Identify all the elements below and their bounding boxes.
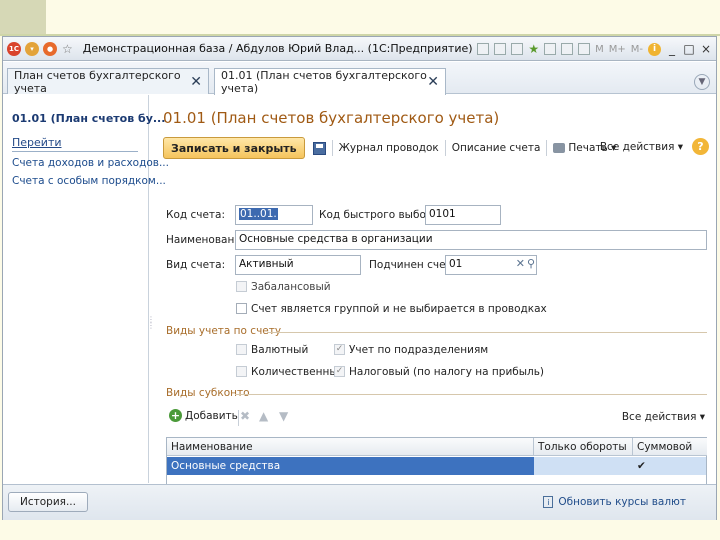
subconto-section-title: Виды субконто <box>166 387 250 399</box>
update-rates-link[interactable]: i Обновить курсы валют <box>543 496 686 508</box>
code-value: 01..01. <box>239 208 278 220</box>
tab-bar: План счетов бухгалтерского учета ✕ 01.01… <box>3 62 716 95</box>
parent-field-buttons: ✕ ⚲ <box>516 257 535 270</box>
sidebar: 01.01 (План счетов бу... Перейти Счета д… <box>3 95 169 483</box>
tab-label: План счетов бухгалтерского учета <box>14 68 181 95</box>
tax-checkbox[interactable]: ✓ <box>334 366 345 377</box>
maximize-button[interactable]: □ <box>683 42 695 56</box>
memory-minus-button[interactable]: M- <box>631 44 643 55</box>
star-icon[interactable]: ☆ <box>62 42 73 56</box>
type-field[interactable]: Активный <box>235 255 361 275</box>
column-header-turnover[interactable]: Только обороты <box>534 438 633 456</box>
code-label: Код счета: <box>166 209 226 221</box>
info-icon[interactable]: i <box>648 42 661 56</box>
favorites-icon[interactable]: ★ <box>528 42 539 56</box>
column-header-sum[interactable]: Суммовой <box>633 438 707 456</box>
toolbar-separator <box>331 140 333 156</box>
update-rates-label: Обновить курсы валют <box>558 496 686 508</box>
sidebar-divider <box>12 151 138 152</box>
title-toolbar: ★ M M+ M- i _ □ × <box>477 37 712 61</box>
add-subconto-button[interactable]: + Добавить <box>169 409 238 422</box>
calendar-icon[interactable] <box>578 43 591 55</box>
offbalance-checkbox[interactable] <box>236 281 247 292</box>
toolbar-separator <box>546 140 548 156</box>
tab-chart-of-accounts[interactable]: План счетов бухгалтерского учета ✕ <box>7 68 209 95</box>
accounting-section-title: Виды учета по счету <box>166 325 282 337</box>
history-doc-icon[interactable] <box>544 43 557 55</box>
memory-plus-button[interactable]: M+ <box>609 44 626 55</box>
calculator-icon[interactable] <box>561 43 574 55</box>
quantity-label: Количественный <box>251 366 345 378</box>
add-label: Добавить <box>185 409 238 422</box>
type-label: Вид счета: <box>166 259 226 271</box>
page-title: 01.01 (План счетов бухгалтерского учета) <box>163 109 500 127</box>
close-tab-icon[interactable]: ✕ <box>427 74 439 90</box>
sidebar-title: 01.01 (План счетов бу... <box>12 112 166 125</box>
currency-label: Валютный <box>251 344 309 356</box>
tab-label: 01.01 (План счетов бухгалтерского учета) <box>221 69 427 95</box>
subconto-all-actions-button[interactable]: Все действия ▾ <box>622 411 705 423</box>
move-down-icon[interactable]: ▼ <box>279 409 288 423</box>
main-menu-icon[interactable]: ▾ <box>25 41 39 56</box>
plus-icon: + <box>169 409 182 422</box>
decorative-square <box>0 0 46 34</box>
move-up-icon[interactable]: ▲ <box>259 409 268 423</box>
window-title: Демонстрационная база / Абдулов Юрий Вла… <box>82 42 473 55</box>
printer-icon <box>553 143 566 153</box>
account-form: 01.01 (План счетов бухгалтерского учета)… <box>151 95 717 509</box>
toolbar-separator <box>444 140 446 156</box>
sidebar-link-income-expense[interactable]: Счета доходов и расходов... <box>12 157 169 169</box>
cell-turnover[interactable] <box>534 457 633 475</box>
cell-name[interactable]: Основные средства <box>167 457 534 475</box>
journal-button[interactable]: Журнал проводок <box>339 142 439 154</box>
section-divider <box>235 394 707 395</box>
quick-code-field[interactable]: 0101 <box>425 205 501 225</box>
tab-account-0101[interactable]: 01.01 (План счетов бухгалтерского учета)… <box>214 68 446 95</box>
memory-button[interactable]: M <box>595 44 604 55</box>
all-actions-button[interactable]: Все действия ▾ <box>600 141 683 153</box>
info-icon: i <box>543 496 554 508</box>
close-tab-icon[interactable]: ✕ <box>190 74 202 90</box>
chevron-down-icon[interactable]: ▼ <box>694 74 710 90</box>
tax-label: Налоговый (по налогу на прибыль) <box>349 366 545 378</box>
app-logo-icon[interactable]: 1C <box>7 41 21 56</box>
section-divider <box>267 332 707 333</box>
history-button[interactable]: История... <box>8 492 88 512</box>
quantity-checkbox[interactable] <box>236 366 247 377</box>
app-window: 1C ▾ ● ☆ Демонстрационная база / Абдулов… <box>2 36 717 520</box>
form-toolbar: Записать и закрыть Журнал проводок Описа… <box>163 137 711 159</box>
help-icon[interactable]: ? <box>692 138 709 155</box>
status-bar: История... i Обновить курсы валют <box>3 484 716 520</box>
currency-checkbox[interactable] <box>236 344 247 355</box>
close-window-button[interactable]: × <box>700 42 712 56</box>
clear-icon[interactable]: ✕ <box>516 257 525 270</box>
delete-icon[interactable]: ✖ <box>240 409 250 423</box>
quick-code-label: Код быстрого выбора: <box>319 209 443 221</box>
search-icon[interactable]: ⚲ <box>527 257 535 270</box>
save-icon[interactable] <box>312 141 326 155</box>
toolbar-separator <box>238 410 239 426</box>
save-and-close-button[interactable]: Записать и закрыть <box>163 137 305 159</box>
by-division-checkbox[interactable]: ✓ <box>334 344 345 355</box>
code-field[interactable]: 01..01. <box>235 205 313 225</box>
parent-value: 01 <box>449 258 463 270</box>
preview-icon[interactable] <box>511 43 524 55</box>
group-label: Счет является группой и не выбирается в … <box>251 303 547 315</box>
minimize-button[interactable]: _ <box>666 42 678 56</box>
name-field[interactable]: Основные средства в организации <box>235 230 707 250</box>
sidebar-link-special-order[interactable]: Счета с особым порядком... <box>12 175 166 187</box>
title-bar: 1C ▾ ● ☆ Демонстрационная база / Абдулов… <box>3 37 716 61</box>
record-icon[interactable]: ● <box>43 41 57 56</box>
offbalance-label: Забалансовый <box>251 281 331 293</box>
parent-field[interactable]: 01 ✕ ⚲ <box>445 255 537 275</box>
group-checkbox[interactable] <box>236 303 247 314</box>
by-division-label: Учет по подразделениям <box>349 344 489 356</box>
sidebar-goto-heading: Перейти <box>12 136 62 149</box>
print-doc-icon[interactable] <box>494 43 507 55</box>
column-header-name[interactable]: Наименование <box>167 438 534 456</box>
save-doc-icon[interactable] <box>477 43 490 55</box>
description-button[interactable]: Описание счета <box>452 142 541 154</box>
cell-sum[interactable]: ✔ <box>633 457 707 475</box>
